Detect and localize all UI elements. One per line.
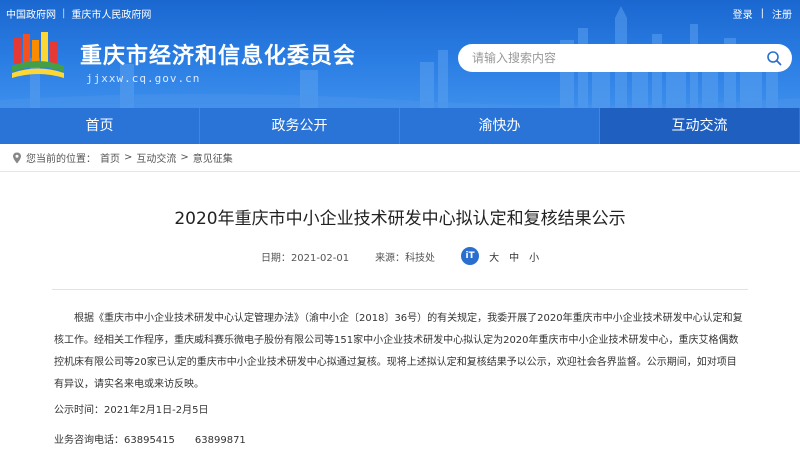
cq-gov-link[interactable]: 重庆市人民政府网 [71, 6, 151, 21]
phone-label: 业务咨询电话： [54, 435, 124, 446]
date-value: 2021-02-01 [290, 252, 350, 264]
font-size-small-button[interactable]: 小 [529, 249, 539, 264]
main-nav: 首页 政务公开 渝快办 互动交流 [0, 108, 800, 144]
breadcrumb-item-consultation[interactable]: 意见征集 [193, 150, 233, 165]
site-title[interactable]: 重庆市经济和信息化委员会 [80, 38, 356, 70]
top-left-links: 中国政府网 | 重庆市人民政府网 [6, 6, 151, 21]
breadcrumb-prefix: 您当前的位置： [26, 154, 96, 165]
account-links: 登录 | 注册 [733, 6, 792, 21]
font-size-medium-button[interactable]: 中 [509, 249, 519, 264]
article-source: 来源：科技处 [375, 249, 435, 264]
location-pin-icon [13, 152, 21, 163]
login-link[interactable]: 登录 [733, 6, 753, 21]
contact-phones: 业务咨询电话：63895415 63899871 [54, 430, 746, 452]
breadcrumb-separator: > [124, 152, 133, 163]
nav-item-yukuaiban[interactable]: 渝快办 [400, 108, 600, 144]
link-separator: | [62, 8, 66, 19]
breadcrumb: 您当前的位置： 首页 > 互动交流 > 意见征集 [0, 144, 800, 172]
site-domain: jjxxw.cq.gov.cn [86, 72, 201, 85]
site-header: 中国政府网 | 重庆市人民政府网 登录 | 注册 重庆市经济和信息化委员会 jj… [0, 0, 800, 108]
font-size-icon: iT [461, 247, 480, 265]
search-box [458, 44, 792, 72]
font-size-large-button[interactable]: 大 [489, 249, 499, 264]
notice-period: 公示时间：2021年2月1日-2月5日 [54, 400, 746, 422]
period-value: 2021年2月1日-2月5日 [104, 405, 209, 416]
article-paragraph: 根据《重庆市中小企业技术研发中心认定管理办法》（渝中小企〔2018〕36号）的有… [54, 313, 743, 390]
nav-item-home[interactable]: 首页 [0, 108, 200, 144]
nav-item-gov-affairs[interactable]: 政务公开 [200, 108, 400, 144]
phone-numbers: 63895415 63899871 [124, 435, 246, 446]
link-separator: | [760, 8, 764, 19]
search-input[interactable] [472, 51, 752, 65]
source-label: 来源： [375, 252, 406, 264]
article-body: 根据《重庆市中小企业技术研发中心认定管理办法》（渝中小企〔2018〕36号）的有… [54, 308, 746, 452]
breadcrumb-item-home[interactable]: 首页 [100, 150, 120, 165]
font-size-switcher: iT 大 中 小 [461, 247, 539, 265]
site-logo-icon[interactable] [10, 30, 66, 82]
breadcrumb-separator: > [180, 152, 189, 163]
source-value: 科技处 [405, 252, 436, 264]
gov-portal-link[interactable]: 中国政府网 [6, 6, 56, 21]
article-title: 2020年重庆市中小企业技术研发中心拟认定和复核结果公示 [174, 209, 626, 229]
article-meta: 日期：2021-02-01 来源：科技处 iT 大 中 小 [0, 247, 800, 265]
period-label: 公示时间： [54, 405, 104, 416]
search-icon[interactable] [766, 50, 782, 66]
breadcrumb-item-interaction[interactable]: 互动交流 [136, 150, 176, 165]
register-link[interactable]: 注册 [772, 6, 792, 21]
nav-item-interaction[interactable]: 互动交流 [600, 108, 800, 144]
content-divider [52, 289, 748, 290]
article: 2020年重庆市中小企业技术研发中心拟认定和复核结果公示 日期：2021-02-… [0, 172, 800, 452]
publish-date: 日期：2021-02-01 [261, 249, 349, 264]
date-label: 日期： [260, 252, 291, 264]
